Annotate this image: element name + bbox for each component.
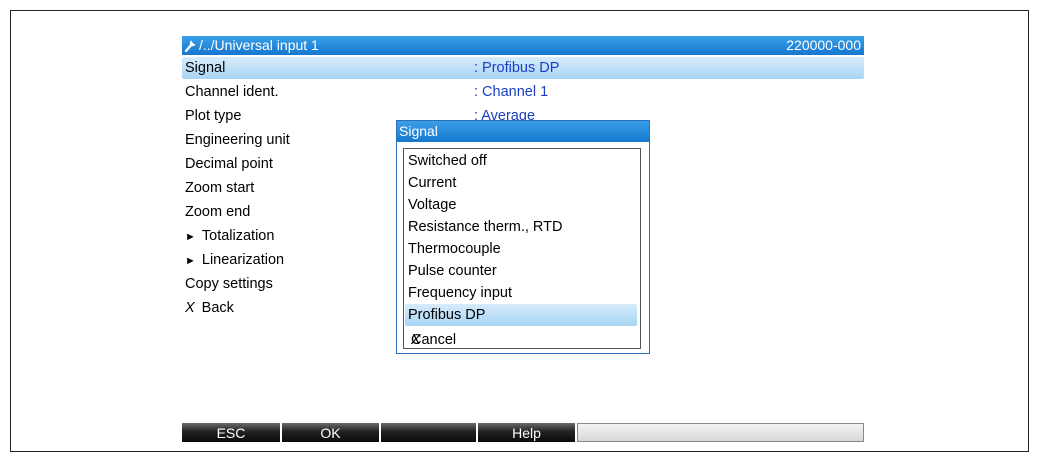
option-label: Cancel — [411, 332, 457, 348]
option-current[interactable]: Current — [405, 172, 637, 194]
breadcrumb-text: /../Universal input 1 — [199, 37, 319, 53]
status-field — [577, 423, 864, 442]
dialog-title: Signal — [397, 121, 649, 142]
option-label: Frequency input — [408, 285, 512, 301]
option-voltage[interactable]: Voltage — [405, 194, 637, 216]
menu-item-value: : Profibus DP — [474, 60, 560, 76]
menu-item-label: Signal — [185, 60, 226, 76]
ok-button[interactable]: OK — [282, 423, 381, 442]
menu-item-channel-ident[interactable]: Channel ident. : Channel 1 — [182, 81, 864, 103]
help-button[interactable]: Help — [478, 423, 577, 442]
option-resistance-therm-rtd[interactable]: Resistance therm., RTD — [405, 216, 637, 238]
menu-item-label: Linearization — [201, 252, 285, 268]
wrench-icon — [184, 40, 196, 52]
signal-dialog: Signal Switched off Current Voltage Resi… — [396, 120, 650, 354]
menu-item-value: : Channel 1 — [474, 84, 549, 100]
blank-softkey-button[interactable] — [381, 423, 478, 442]
option-label: Current — [408, 175, 457, 191]
menu-item-label: Back — [201, 300, 234, 316]
triangle-right-icon: ► — [185, 255, 196, 267]
option-cancel[interactable]: X Cancel — [405, 326, 637, 348]
option-label: Switched off — [408, 153, 487, 169]
menu-item-label: Copy settings — [185, 276, 273, 292]
menu-item-label: Zoom end — [185, 204, 251, 220]
option-label: Thermocouple — [408, 241, 501, 257]
menu-item-label: Engineering unit — [185, 132, 290, 148]
option-label: Voltage — [408, 197, 457, 213]
option-label: Pulse counter — [408, 263, 497, 279]
breadcrumb: /../Universal input 1 — [182, 37, 319, 53]
option-pulse-counter[interactable]: Pulse counter — [405, 260, 637, 282]
menu-item-label: Channel ident. — [185, 84, 279, 100]
option-label: Resistance therm., RTD — [408, 219, 563, 235]
option-frequency-input[interactable]: Frequency input — [405, 282, 637, 304]
signal-options-list: Switched off Current Voltage Resistance … — [403, 148, 641, 349]
option-profibus-dp[interactable]: Profibus DP — [405, 304, 637, 326]
softkey-bar: ESC OK Help — [182, 423, 864, 442]
menu-item-label: Plot type — [185, 108, 242, 124]
option-thermocouple[interactable]: Thermocouple — [405, 238, 637, 260]
option-switched-off[interactable]: Switched off — [405, 150, 637, 172]
menu-item-label: Decimal point — [185, 156, 273, 172]
menu-item-label: Totalization — [201, 228, 275, 244]
device-code: 220000-000 — [786, 37, 861, 53]
x-mark-icon: X — [185, 300, 195, 316]
triangle-right-icon: ► — [185, 231, 196, 243]
option-label: Profibus DP — [408, 307, 486, 323]
menu-item-signal[interactable]: Signal : Profibus DP — [182, 57, 864, 79]
esc-button[interactable]: ESC — [182, 423, 282, 442]
title-bar: /../Universal input 1 220000-000 — [182, 36, 864, 55]
menu-item-label: Zoom start — [185, 180, 255, 196]
